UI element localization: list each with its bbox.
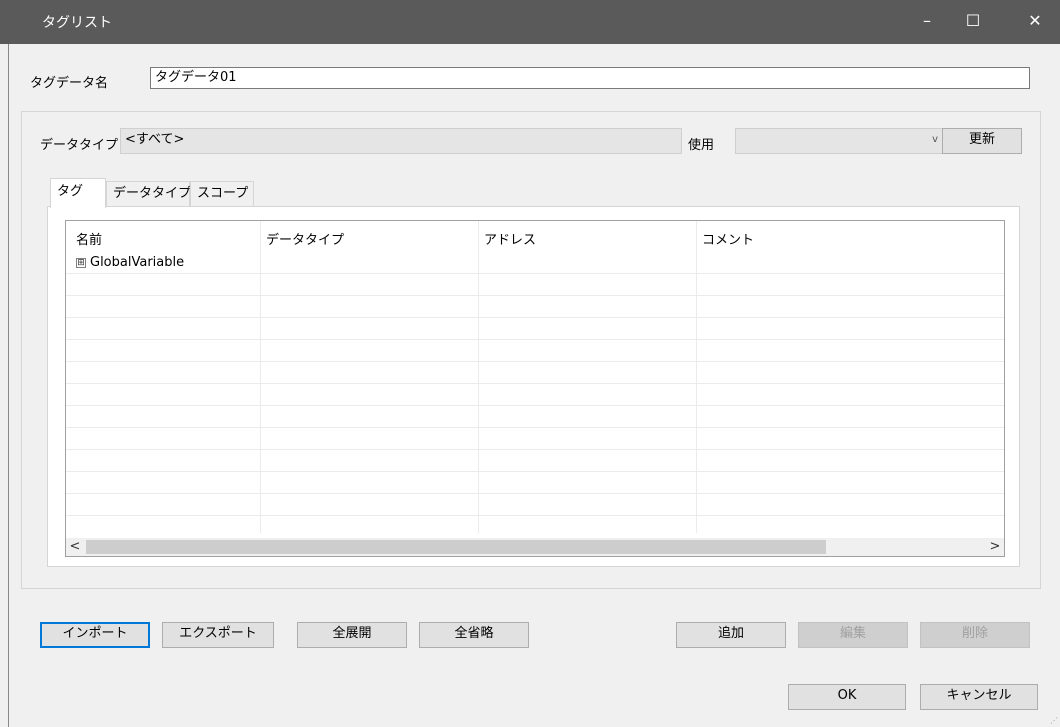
tree-node-label: GlobalVariable [90,255,185,270]
tag-data-name-input[interactable]: タグデータ01 [150,67,1030,89]
collapse-all-button[interactable]: 全省略 [419,622,529,648]
column-divider [478,221,479,533]
scrollbar-thumb[interactable] [86,540,826,554]
ok-button[interactable]: OK [788,684,906,710]
row-divider [66,295,1004,296]
datatype-filter-label: データタイプ [40,138,119,153]
row-divider [66,449,1004,450]
add-button[interactable]: 追加 [676,622,786,648]
chevron-down-icon: v [932,134,938,145]
row-divider [66,383,1004,384]
row-divider [66,339,1004,340]
column-divider [696,221,697,533]
usage-filter-combo[interactable]: v [735,128,943,154]
minimize-icon[interactable]: – [904,0,950,44]
cancel-button[interactable]: キャンセル [920,684,1038,710]
refresh-button[interactable]: 更新 [942,128,1022,154]
row-divider [66,515,1004,516]
row-divider [66,361,1004,362]
table-row[interactable]: ⊞ GlobalVariable [76,255,184,270]
maximize-icon[interactable]: ☐ [950,0,996,44]
expand-icon[interactable]: ⊞ [76,257,86,268]
resize-grip-icon[interactable]: ⋰ [1050,716,1058,725]
row-divider [66,317,1004,318]
title-bar: タグリスト – ☐ ✕ [0,0,1060,44]
delete-button[interactable]: 削除 [920,622,1030,648]
tab-tag[interactable]: タグ [50,178,106,208]
tab-scope[interactable]: スコープ [190,181,254,207]
column-header-comment[interactable]: コメント [702,229,754,248]
import-button[interactable]: インポート [40,622,150,648]
tag-grid[interactable]: 名前 データタイプ アドレス コメント ⊞ GlobalVariable < > [65,220,1005,557]
window-title: タグリスト [42,15,112,31]
scroll-right-icon[interactable]: > [986,538,1004,556]
row-divider [66,493,1004,494]
expand-all-button[interactable]: 全展開 [297,622,407,648]
row-divider [66,273,1004,274]
close-icon[interactable]: ✕ [1012,0,1058,44]
row-divider [66,427,1004,428]
column-header-address[interactable]: アドレス [484,229,536,248]
row-divider [66,471,1004,472]
row-divider [66,405,1004,406]
edit-button[interactable]: 編集 [798,622,908,648]
column-divider [260,221,261,533]
scroll-left-icon[interactable]: < [66,538,84,556]
datatype-filter-value: <すべて> [125,132,185,147]
datatype-filter-combo[interactable]: <すべて> [120,128,682,154]
tab-datatype[interactable]: データタイプ [106,181,191,207]
column-header-datatype[interactable]: データタイプ [266,229,344,248]
tag-data-name-label: タグデータ名 [30,76,109,91]
horizontal-scrollbar[interactable]: < > [66,538,1004,556]
usage-filter-label: 使用 [688,138,715,153]
export-button[interactable]: エクスポート [162,622,274,648]
column-header-name[interactable]: 名前 [76,229,102,248]
